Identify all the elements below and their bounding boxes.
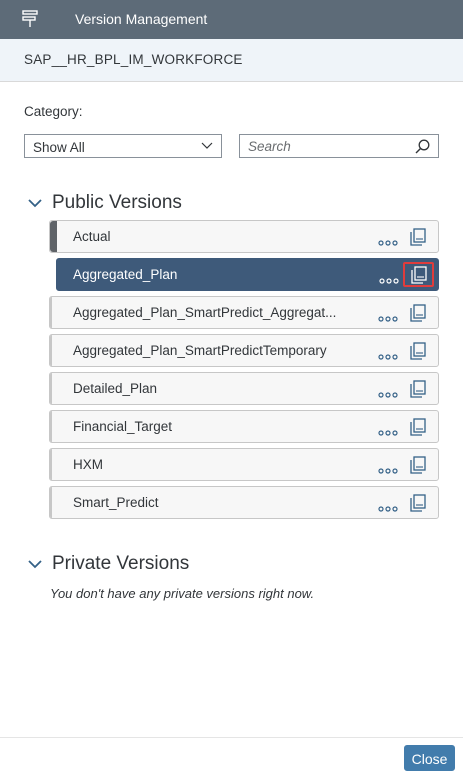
version-name: Aggregated_Plan	[73, 267, 178, 282]
version-name: Smart_Predict	[73, 495, 159, 510]
search-icon[interactable]	[415, 139, 430, 154]
version-name: Financial_Target	[73, 419, 173, 434]
private-versions-empty-text: You don't have any private versions righ…	[50, 586, 315, 601]
more-options-icon[interactable]	[379, 271, 399, 284]
model-name: SAP__HR_BPL_IM_WORKFORCE	[24, 52, 243, 67]
version-row[interactable]: Financial_Target	[49, 410, 439, 443]
version-row[interactable]: Aggregated_Plan	[56, 258, 439, 291]
private-versions-title: Private Versions	[52, 553, 190, 574]
version-row[interactable]: Aggregated_Plan_SmartPredictTemporary	[49, 334, 439, 367]
dialog-title: Version Management	[75, 11, 208, 27]
version-name: Aggregated_Plan_SmartPredict_Aggregat...	[73, 305, 337, 320]
row-indicator	[50, 373, 52, 404]
version-row[interactable]: HXM	[49, 448, 439, 481]
category-select-value: Show All	[33, 140, 85, 155]
more-options-icon[interactable]	[378, 385, 398, 398]
version-row[interactable]: Smart_Predict	[49, 486, 439, 519]
more-options-icon[interactable]	[378, 499, 398, 512]
category-label: Category:	[24, 104, 83, 119]
private-versions-header[interactable]: Private Versions	[28, 553, 189, 575]
dialog-footer	[0, 737, 463, 776]
chevron-down-icon	[201, 142, 213, 149]
row-indicator	[50, 411, 52, 442]
copy-version-icon[interactable]	[408, 304, 428, 322]
row-indicator	[50, 221, 57, 252]
category-select[interactable]: Show All	[24, 134, 222, 158]
public-versions-header[interactable]: Public Versions	[28, 192, 182, 214]
copy-version-icon[interactable]	[408, 228, 428, 246]
version-name: HXM	[73, 457, 103, 472]
copy-version-icon[interactable]	[408, 456, 428, 474]
copy-version-icon[interactable]	[408, 380, 428, 398]
more-options-icon[interactable]	[378, 347, 398, 360]
version-name: Actual	[73, 229, 111, 244]
search-input[interactable]	[248, 138, 403, 154]
copy-version-icon[interactable]	[408, 418, 428, 436]
more-options-icon[interactable]	[378, 309, 398, 322]
public-versions-title: Public Versions	[52, 192, 182, 213]
row-indicator	[50, 487, 52, 518]
model-bar: SAP__HR_BPL_IM_WORKFORCE	[0, 39, 463, 82]
chevron-down-icon	[28, 199, 42, 208]
dialog-header: Version Management	[0, 0, 463, 39]
close-button[interactable]: Close	[404, 745, 455, 771]
copy-version-icon[interactable]	[408, 494, 428, 512]
row-indicator	[50, 335, 52, 366]
row-indicator	[50, 297, 52, 328]
more-options-icon[interactable]	[378, 233, 398, 246]
version-row[interactable]: Detailed_Plan	[49, 372, 439, 405]
more-options-icon[interactable]	[378, 461, 398, 474]
version-name: Aggregated_Plan_SmartPredictTemporary	[73, 343, 327, 358]
search-field[interactable]	[239, 134, 439, 158]
more-options-icon[interactable]	[378, 423, 398, 436]
version-row[interactable]: Actual	[49, 220, 439, 253]
copy-version-icon[interactable]	[403, 262, 434, 287]
copy-version-icon[interactable]	[408, 342, 428, 360]
row-indicator	[50, 449, 52, 480]
chevron-down-icon	[28, 560, 42, 569]
version-row[interactable]: Aggregated_Plan_SmartPredict_Aggregat...	[49, 296, 439, 329]
signpost-icon	[22, 10, 38, 27]
version-name: Detailed_Plan	[73, 381, 158, 396]
